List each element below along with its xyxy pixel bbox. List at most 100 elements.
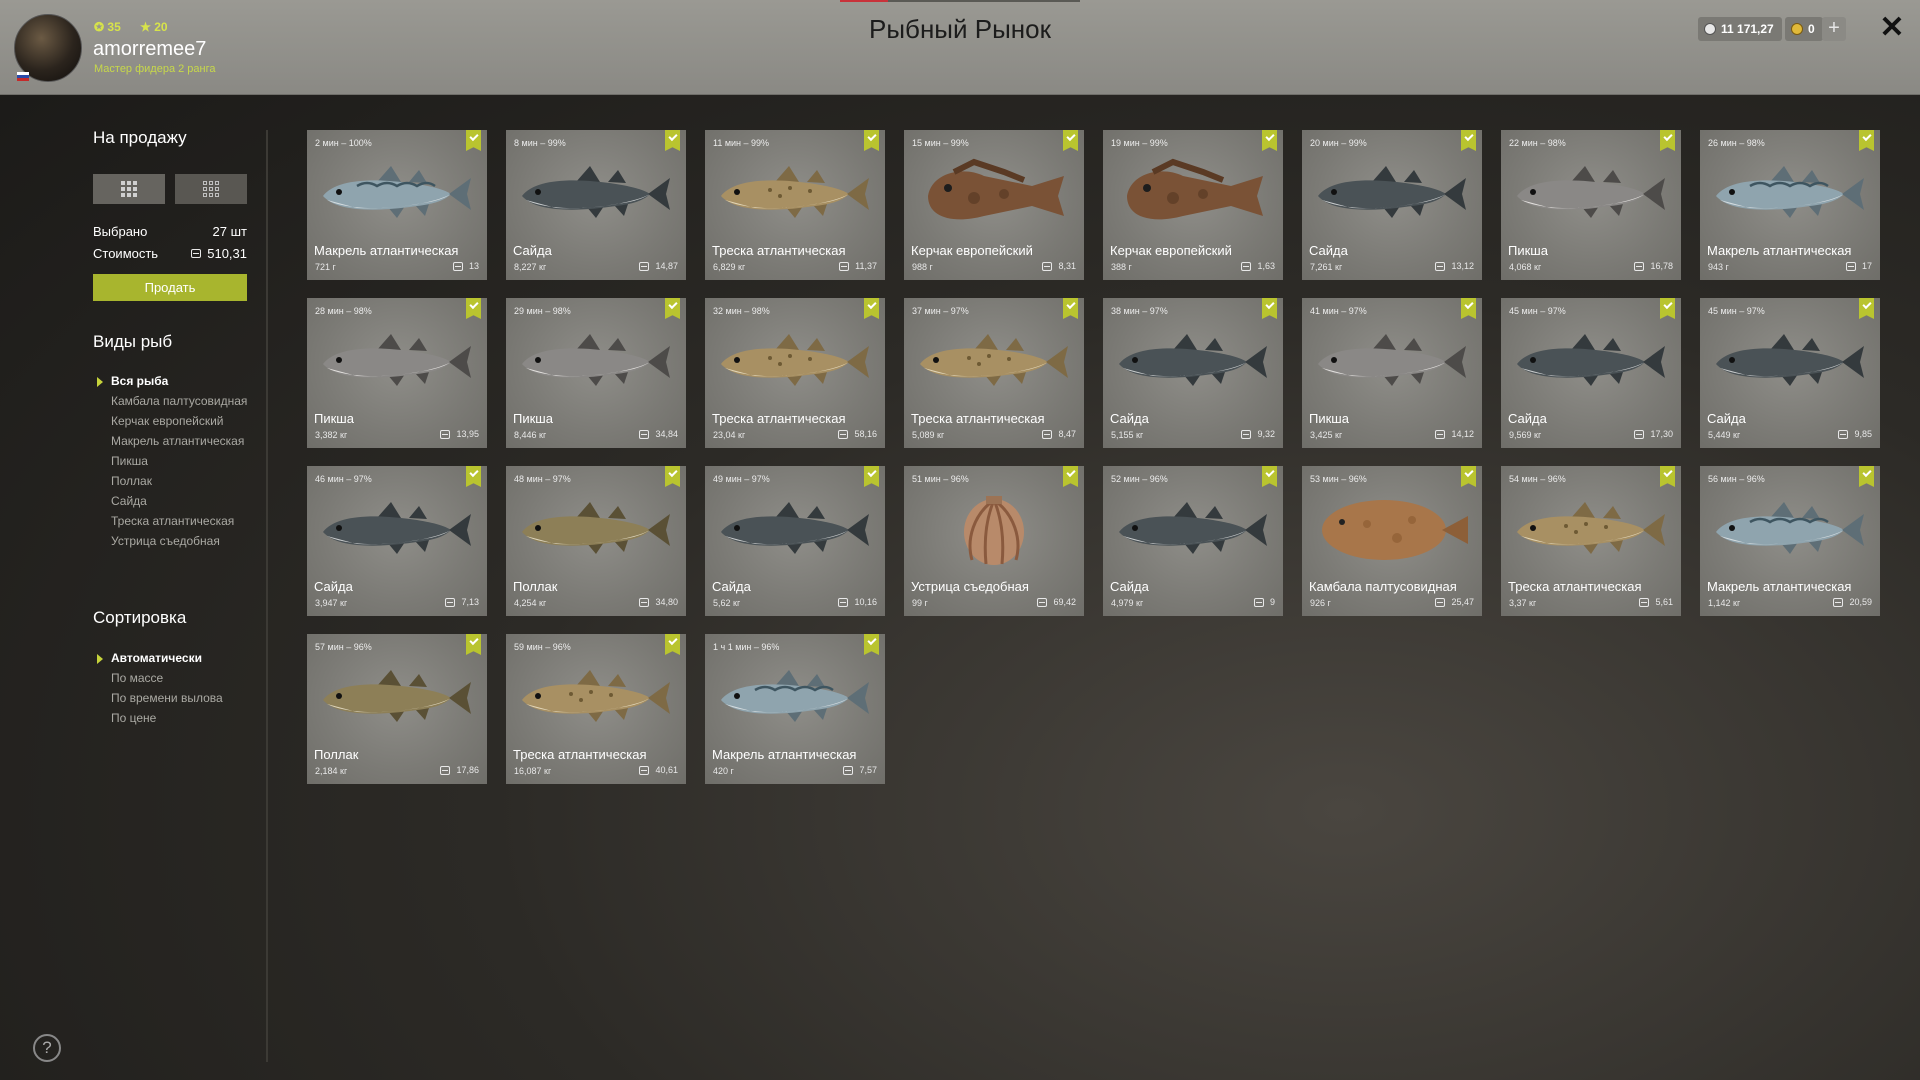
silver-coin-icon	[838, 429, 849, 439]
fish-card[interactable]: 41 мин – 97% Пикша 3,425 кг 14,12	[1302, 298, 1482, 448]
fish-name: Сайда	[1508, 411, 1547, 426]
fish-card[interactable]: 46 мин – 97% Сайда 3,947 кг 7,13	[307, 466, 487, 616]
catch-time-quality: 49 мин – 97%	[713, 474, 770, 484]
sell-button[interactable]: Продать	[93, 274, 247, 301]
species-filter-item[interactable]: Треска атлантическая	[93, 515, 263, 528]
selected-check-icon[interactable]	[1262, 298, 1277, 319]
fish-card[interactable]: 51 мин – 96% Устрица съедобная 99 г 69,42	[904, 466, 1084, 616]
catch-time-quality: 22 мин – 98%	[1509, 138, 1566, 148]
selected-check-icon[interactable]	[1859, 298, 1874, 319]
fish-card[interactable]: 54 мин – 96% Треска атлантическая 3,37 кг 5…	[1501, 466, 1681, 616]
fish-card[interactable]: 19 мин – 99% Керчак европейский 388 г 1,63	[1103, 130, 1283, 280]
small-grid-view-button[interactable]	[175, 174, 247, 204]
silver-coin-icon	[1435, 261, 1446, 271]
selected-check-icon[interactable]	[1859, 130, 1874, 151]
fish-price-value: 14,87	[655, 261, 678, 271]
fish-card[interactable]: 29 мин – 98% Пикша 8,446 кг 34,84	[506, 298, 686, 448]
sculpin-image	[928, 158, 1064, 220]
selected-check-icon[interactable]	[466, 130, 481, 151]
selected-check-icon[interactable]	[466, 466, 481, 487]
selected-check-icon[interactable]	[1660, 130, 1675, 151]
close-button[interactable]: ✕	[1876, 12, 1908, 44]
mackerel-image	[1716, 166, 1864, 218]
selected-check-icon[interactable]	[1660, 298, 1675, 319]
fish-card[interactable]: 20 мин – 99% Сайда 7,261 кг 13,12	[1302, 130, 1482, 280]
selected-check-icon[interactable]	[1461, 130, 1476, 151]
saithe-image	[323, 502, 471, 554]
selected-check-icon[interactable]	[466, 634, 481, 655]
selected-check-icon[interactable]	[1063, 130, 1078, 151]
add-currency-button[interactable]: +	[1822, 17, 1846, 41]
silver-coin-icon	[1833, 597, 1844, 607]
sort-option-item[interactable]: По цене	[93, 712, 263, 725]
fish-card[interactable]: 26 мин – 98% Макрель атлантическая 943 г 17	[1700, 130, 1880, 280]
species-filter-item[interactable]: Камбала палтусовидная	[93, 395, 263, 408]
fish-card[interactable]: 53 мин – 96% Камбала палтусовидная 926 г 25…	[1302, 466, 1482, 616]
catch-time-quality: 54 мин – 96%	[1509, 474, 1566, 484]
selected-check-icon[interactable]	[864, 634, 879, 655]
fish-price: 17,30	[1634, 429, 1673, 439]
fish-weight: 5,155 кг	[1111, 430, 1144, 440]
species-filter-item[interactable]: Керчак европейский	[93, 415, 263, 428]
fish-name: Треска атлантическая	[513, 747, 647, 762]
selected-check-icon[interactable]	[1262, 130, 1277, 151]
cod-image	[522, 670, 670, 722]
large-grid-view-button[interactable]	[93, 174, 165, 204]
selected-check-icon[interactable]	[864, 466, 879, 487]
sort-option-item[interactable]: Автоматически	[93, 652, 263, 665]
haddock-image	[1318, 334, 1466, 386]
fish-card[interactable]: 2 мин – 100% Макрель атлантическая 721 г 13	[307, 130, 487, 280]
species-filter-item[interactable]: Поллак	[93, 475, 263, 488]
selected-check-icon[interactable]	[665, 298, 680, 319]
fish-card[interactable]: 8 мин – 99% Сайда 8,227 кг 14,87	[506, 130, 686, 280]
fish-card[interactable]: 52 мин – 96% Сайда 4,979 кг 9	[1103, 466, 1283, 616]
fish-card[interactable]: 37 мин – 97% Треска атлантическая 5,089 кг…	[904, 298, 1084, 448]
fish-card[interactable]: 15 мин – 99% Керчак европейский 988 г 8,31	[904, 130, 1084, 280]
cod-image	[1517, 502, 1665, 554]
selected-check-icon[interactable]	[1063, 298, 1078, 319]
selected-check-icon[interactable]	[864, 298, 879, 319]
catch-time-quality: 52 мин – 96%	[1111, 474, 1168, 484]
saithe-image	[1119, 502, 1267, 554]
species-filter-item[interactable]: Макрель атлантическая	[93, 435, 263, 448]
selected-check-icon[interactable]	[665, 466, 680, 487]
silver-coin-icon	[1845, 261, 1856, 271]
sort-option-item[interactable]: По времени вылова	[93, 692, 263, 705]
species-filter-item[interactable]: Вся рыба	[93, 375, 263, 388]
fish-card[interactable]: 56 мин – 96% Макрель атлантическая 1,142 к…	[1700, 466, 1880, 616]
fish-card[interactable]: 49 мин – 97% Сайда 5,62 кг 10,16	[705, 466, 885, 616]
fish-card[interactable]: 11 мин – 99% Треска атлантическая 6,829 кг…	[705, 130, 885, 280]
species-filter-item[interactable]: Сайда	[93, 495, 263, 508]
fish-weight: 3,425 кг	[1310, 430, 1343, 440]
selected-check-icon[interactable]	[1461, 298, 1476, 319]
selected-check-icon[interactable]	[466, 298, 481, 319]
fish-card[interactable]: 32 мин – 98% Треска атлантическая 23,04 кг…	[705, 298, 885, 448]
selected-check-icon[interactable]	[1461, 466, 1476, 487]
fish-card[interactable]: 48 мин – 97% Поллак 4,254 кг 34,80	[506, 466, 686, 616]
selected-check-icon[interactable]	[1859, 466, 1874, 487]
selected-check-icon[interactable]	[1660, 466, 1675, 487]
selected-check-icon[interactable]	[665, 130, 680, 151]
selected-check-icon[interactable]	[1063, 466, 1078, 487]
fish-card[interactable]: 45 мин – 97% Сайда 9,569 кг 17,30	[1501, 298, 1681, 448]
fish-card[interactable]: 28 мин – 98% Пикша 3,382 кг 13,95	[307, 298, 487, 448]
large-grid-icon	[121, 181, 137, 197]
fish-weight: 420 г	[713, 766, 734, 776]
selected-check-icon[interactable]	[665, 634, 680, 655]
species-filter-item[interactable]: Устрица съедобная	[93, 535, 263, 548]
fish-card[interactable]: 22 мин – 98% Пикша 4,068 кг 16,78	[1501, 130, 1681, 280]
silver-coin-icon	[839, 261, 850, 271]
fish-card[interactable]: 59 мин – 96% Треска атлантическая 16,087 к…	[506, 634, 686, 784]
catch-time-quality: 41 мин – 97%	[1310, 306, 1367, 316]
species-filter-item[interactable]: Пикша	[93, 455, 263, 468]
fish-card[interactable]: 1 ч 1 мин – 96% Макрель атлантическая 420 …	[705, 634, 885, 784]
fish-card[interactable]: 38 мин – 97% Сайда 5,155 кг 9,32	[1103, 298, 1283, 448]
fish-card[interactable]: 45 мин – 97% Сайда 5,449 кг 9,85	[1700, 298, 1880, 448]
sort-option-item[interactable]: По массе	[93, 672, 263, 685]
help-button[interactable]: ?	[33, 1034, 61, 1062]
selected-check-icon[interactable]	[864, 130, 879, 151]
fish-card[interactable]: 57 мин – 96% Поллак 2,184 кг 17,86	[307, 634, 487, 784]
fish-name: Сайда	[712, 579, 751, 594]
selected-check-icon[interactable]	[1262, 466, 1277, 487]
fish-name: Сайда	[1110, 579, 1149, 594]
